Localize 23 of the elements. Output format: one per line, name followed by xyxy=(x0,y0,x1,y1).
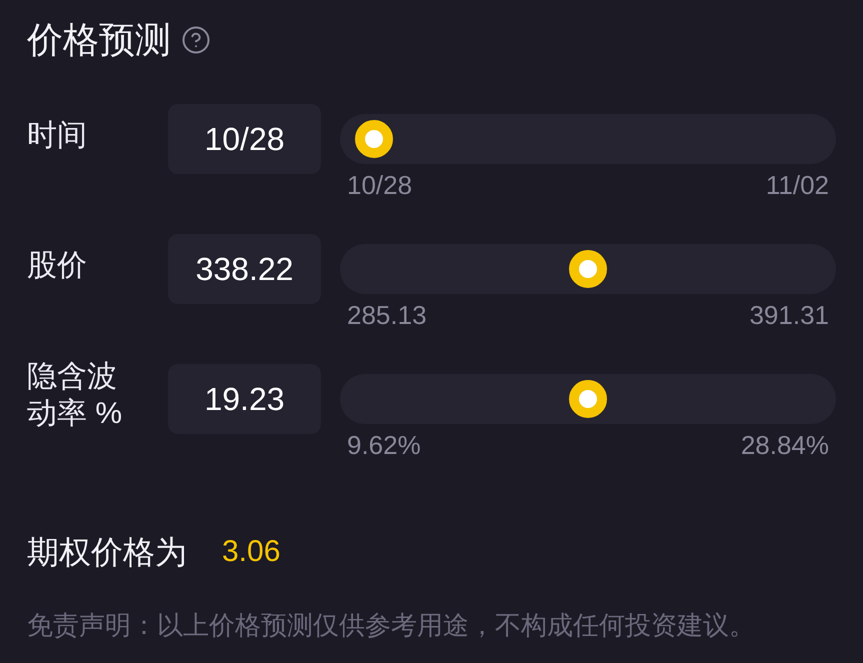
slider-thumb[interactable] xyxy=(569,250,607,288)
slider-track[interactable] xyxy=(340,244,836,294)
value-field[interactable]: 19.23 xyxy=(168,364,321,434)
range-min-label: 10/28 xyxy=(347,170,412,200)
range-max-label: 28.84% xyxy=(740,430,829,460)
field-label: 股价 xyxy=(27,248,88,284)
result-value: 3.06 xyxy=(222,534,280,570)
result-label: 期权价格为 xyxy=(27,533,187,572)
section-title: 价格预测 xyxy=(27,18,171,62)
range-max-label: 391.31 xyxy=(749,300,829,330)
slider-thumb[interactable] xyxy=(569,380,607,418)
value-field[interactable]: 10/28 xyxy=(168,104,321,174)
help-icon[interactable] xyxy=(181,25,211,55)
range-min-label: 285.13 xyxy=(347,300,427,330)
range-max-label: 11/02 xyxy=(766,170,829,200)
field-label: 时间 xyxy=(27,118,88,154)
slider-track[interactable] xyxy=(340,374,836,424)
range-min-label: 9.62% xyxy=(347,430,421,460)
value-field[interactable]: 338.22 xyxy=(168,234,321,304)
disclaimer-text: 免责声明：以上价格预测仅供参考用途，不构成任何投资建议。 xyxy=(27,609,756,642)
field-label: 隐含波动率 % xyxy=(27,359,124,432)
slider-thumb[interactable] xyxy=(355,120,393,158)
slider-track[interactable] xyxy=(340,114,836,164)
